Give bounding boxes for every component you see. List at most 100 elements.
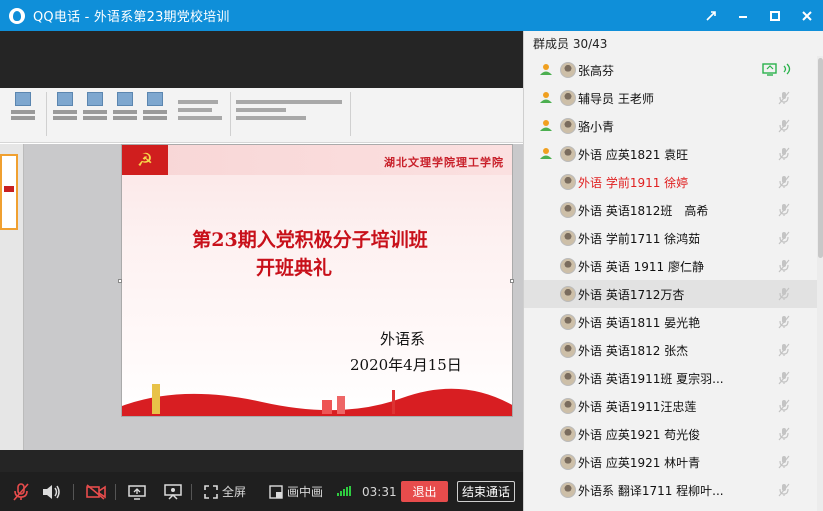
fullscreen-icon (204, 484, 218, 499)
maximize-icon[interactable] (759, 0, 791, 31)
avatar (560, 426, 576, 442)
ribbon-button (52, 92, 78, 120)
ribbon-button (142, 92, 168, 120)
member-name: 外语系 翻译1711 程柳叶... (578, 484, 724, 498)
avatar (560, 398, 576, 414)
party-emblem-icon: ☭ (122, 145, 168, 175)
member-item[interactable]: 外语系 翻译1711 程柳叶... (524, 476, 817, 504)
member-item[interactable]: 外语 英语1811 晏光艳 (524, 308, 817, 336)
member-name: 外语 应英1821 袁旺 (578, 148, 689, 162)
title-bar: QQ电话 - 外语系第23期党校培训 (0, 0, 823, 31)
slide-college-name: 湖北文理学院理工学院 (384, 156, 504, 169)
member-item[interactable]: 外语 英语1911汪忠莲 (524, 392, 817, 420)
end-call-button[interactable]: 结束通话 (457, 481, 515, 502)
mic-off-icon (778, 343, 790, 357)
ppt-editor-area: ☭ 湖北文理学院理工学院 第23期入党积极分子培训班 开班典礼 外语系 2020… (0, 144, 523, 450)
ribbon-button (10, 92, 36, 120)
ribbon-checkboxes (178, 96, 226, 124)
member-name: 外语 英语1911汪忠莲 (578, 400, 697, 414)
member-name: 外语 学前1911 徐婷 (578, 176, 689, 190)
member-name: 外语 英语1812班 高希 (578, 204, 709, 218)
admin-user-icon (540, 120, 552, 131)
member-item[interactable]: 张高芬 (524, 56, 817, 84)
slide-thumbnail-pane (0, 144, 24, 450)
fullscreen-label: 全屏 (222, 485, 247, 499)
speaker-icon[interactable] (41, 472, 61, 511)
admin-user-icon (540, 148, 552, 159)
member-name: 外语 英语1911班 夏宗羽... (578, 372, 724, 386)
avatar (560, 342, 576, 358)
presentation-window: ☭ 湖北文理学院理工学院 第23期入党积极分子培训班 开班典礼 外语系 2020… (0, 88, 523, 450)
close-icon[interactable] (791, 0, 823, 31)
member-item[interactable]: 外语 英语1911班 夏宗羽... (524, 364, 817, 392)
shared-screen-view[interactable]: ☭ 湖北文理学院理工学院 第23期入党积极分子培训班 开班典礼 外语系 2020… (0, 31, 523, 472)
admin-user-icon (540, 92, 552, 103)
avatar (560, 370, 576, 386)
call-duration: 03:31 (362, 484, 397, 499)
mic-off-icon (778, 175, 790, 189)
mic-off-icon (778, 455, 790, 469)
picture-in-picture-button[interactable]: 画中画 (269, 472, 323, 511)
member-name: 外语 学前1711 徐鸿茹 (578, 232, 701, 246)
ribbon-monitor-options (236, 96, 346, 124)
member-list-scrollbar[interactable] (817, 56, 823, 511)
avatar (560, 174, 576, 190)
member-item[interactable]: 外语 应英1921 苟光俊 (524, 420, 817, 448)
minimize-icon[interactable] (727, 0, 759, 31)
mic-off-icon (778, 427, 790, 441)
avatar (560, 454, 576, 470)
call-toolbar: 全屏 画中画 03:31 退出 结束通话 (0, 472, 523, 511)
camera-off-icon[interactable] (86, 472, 106, 511)
member-item[interactable]: 外语 应英1821 袁旺 (524, 140, 817, 168)
speaking-icon (783, 63, 791, 75)
sharing-screen-icon (762, 63, 777, 76)
mic-off-icon (778, 91, 790, 105)
member-panel: 群成员 30/43 张高芬 辅导员 王老师 骆小青 外语 应英1821 袁旺 外语 学前… (523, 31, 823, 511)
member-name: 外语 英语1811 晏光艳 (578, 316, 701, 330)
member-name: 外语 英语1812 张杰 (578, 344, 689, 358)
member-item[interactable]: 骆小青 (524, 112, 817, 140)
member-item[interactable]: 外语 学前1911 徐婷 (524, 168, 817, 196)
member-name: 骆小青 (578, 120, 615, 134)
member-item[interactable]: 外语 学前1711 徐鸿茹 (524, 224, 817, 252)
member-name: 外语 英语1712万杏 (578, 288, 685, 302)
member-item[interactable]: 外语 应英1921 林叶青 (524, 448, 817, 476)
ribbon-button (82, 92, 108, 120)
member-item[interactable]: 外语 英语1812班 高希 (524, 196, 817, 224)
signal-strength-icon (337, 486, 351, 496)
member-name: 外语 英语 1911 廖仁静 (578, 260, 704, 274)
admin-user-icon (540, 64, 552, 75)
qq-logo-icon (9, 7, 25, 24)
slide-date: 2020年4月15日 (350, 356, 462, 374)
mic-off-icon (778, 147, 790, 161)
screen-share-icon[interactable] (128, 472, 146, 511)
fullscreen-button[interactable]: 全屏 (204, 472, 246, 511)
member-name: 外语 应英1921 林叶青 (578, 456, 701, 470)
avatar (560, 286, 576, 302)
mic-muted-icon[interactable] (13, 472, 29, 511)
avatar (560, 258, 576, 274)
pip-label: 画中画 (287, 485, 324, 499)
mic-off-icon (778, 315, 790, 329)
mic-off-icon (778, 259, 790, 273)
member-item[interactable]: 外语 英语 1911 廖仁静 (524, 252, 817, 280)
member-name: 张高芬 (578, 64, 615, 78)
slide-title: 第23期入党积极分子培训班 (192, 229, 428, 251)
mic-off-icon (778, 399, 790, 413)
member-item[interactable]: 辅导员 王老师 (524, 84, 817, 112)
presentation-slide: ☭ 湖北文理学院理工学院 第23期入党积极分子培训班 开班典礼 外语系 2020… (121, 144, 513, 417)
member-item[interactable]: 外语 英语1812 张杰 (524, 336, 817, 364)
avatar (560, 230, 576, 246)
pin-icon[interactable] (695, 0, 727, 31)
mic-off-icon (778, 231, 790, 245)
presentation-icon[interactable] (164, 472, 182, 511)
member-item[interactable]: 外语 英语1712万杏 (524, 280, 817, 308)
window-title: QQ电话 - 外语系第23期党校培训 (33, 10, 230, 25)
picture-in-picture-icon (269, 484, 283, 499)
member-list: 张高芬 辅导员 王老师 骆小青 外语 应英1821 袁旺 外语 学前1911 徐婷 外语 … (524, 56, 817, 504)
avatar (560, 146, 576, 162)
avatar (560, 62, 576, 78)
exit-button[interactable]: 退出 (401, 481, 448, 502)
scrollbar-thumb[interactable] (818, 58, 823, 258)
member-name: 辅导员 王老师 (578, 92, 654, 106)
